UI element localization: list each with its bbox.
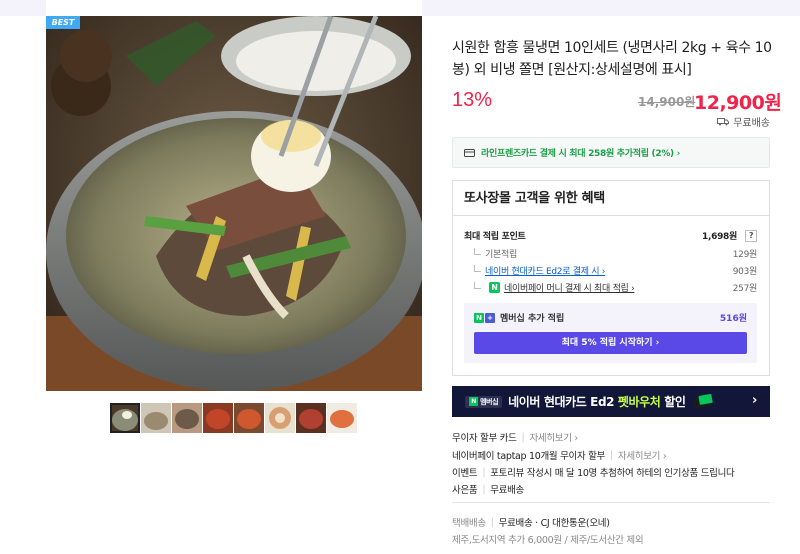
point-row-value: 903원 [732, 267, 758, 277]
membership-tag: N 멤버십 [465, 395, 503, 408]
help-icon[interactable]: ? [745, 229, 757, 242]
info-label: 이벤트 [452, 468, 478, 479]
original-price: 14,900원 [638, 95, 696, 109]
membership-value: 516원 [719, 314, 747, 324]
point-row-npay: N 네이버페이 머니 결제 시 최대 적립 › 257원 [464, 281, 757, 294]
info-row-installment: 무이자 할부 카드 | 자세히보기 › [452, 430, 578, 445]
thumbnail-strip [110, 403, 357, 433]
max-points-value: 1,698원 [702, 232, 737, 242]
divider [452, 502, 770, 503]
card-benefit-banner[interactable]: 라인프렌즈카드 결제 시 최대 258원 추가적립 (2%) › [452, 137, 770, 168]
truck-icon [717, 118, 730, 126]
promo-text: 네이버 현대카드 Ed2 펫바우처 할인 [508, 395, 686, 409]
info-label: 사은품 [452, 485, 478, 496]
info-label: 네이버페이 taptap 10개월 무이자 할부 [452, 451, 606, 462]
best-badge: BEST [46, 16, 80, 29]
naver-plus-icon: N + [474, 312, 495, 323]
benefit-panel: 또사장몰 고객을 위한 혜택 최대 적립 포인트 1,698원? 기본적립 12… [452, 180, 770, 376]
details-link[interactable]: 자세히보기 › [618, 448, 667, 462]
point-row-value: 257원 [732, 284, 758, 294]
details-link[interactable]: 자세히보기 › [529, 430, 578, 444]
thumbnail-4[interactable] [203, 403, 233, 433]
benefit-heading: 또사장몰 고객을 위한 혜택 [453, 181, 769, 216]
delivery-extra-row: 제주,도서지역 추가 6,000원 / 제주/도서산간 제외 [452, 532, 644, 546]
thumbnail-5[interactable] [234, 403, 264, 433]
credit-card-icon [464, 148, 475, 157]
info-row-taptap: 네이버페이 taptap 10개월 무이자 할부 | 자세히보기 › [452, 448, 667, 463]
cold-noodle-photo [46, 16, 422, 391]
gift-text: 무료배송 [490, 485, 524, 496]
membership-box: N + 멤버십 추가 적립 516원 최대 5% 적립 시작하기 › [464, 303, 757, 363]
event-text: 포토리뷰 작성시 매 달 10명 추첨하여 하테의 인기상품 드립니다 [490, 468, 735, 479]
card-illustration-icon [693, 393, 713, 409]
shipping-info: 무료배송 [717, 114, 770, 129]
thumbnail-8[interactable] [327, 403, 357, 433]
product-title: 시원한 함흥 물냉면 10인세트 (냉면사리 2kg + 육수 10봉) 외 비… [452, 40, 772, 78]
thumbnail-3[interactable] [172, 403, 202, 433]
point-row-card: 네이버 현대카드 Ed2로 결제 시 › 903원 [464, 264, 757, 277]
delivery-row: 택배배송 | 무료배송 · CJ 대한통운(오네) [452, 516, 610, 530]
thumbnail-7[interactable] [296, 403, 326, 433]
shipping-label: 무료배송 [733, 118, 770, 129]
thumbnail-1[interactable] [110, 403, 140, 433]
top-strip [0, 0, 800, 16]
product-main-image[interactable] [46, 16, 422, 391]
thumbnail-6[interactable] [265, 403, 295, 433]
sale-price: 12,900원 [694, 92, 782, 114]
card-benefit-text: 라인프렌즈카드 결제 시 최대 258원 추가적립 (2%) › [481, 149, 681, 159]
chevron-right-icon: › [752, 393, 757, 408]
delivery-value: 무료배송 · CJ 대한통운(오네) [498, 518, 610, 529]
delivery-extra: 제주,도서지역 추가 6,000원 / 제주/도서산간 제외 [452, 535, 644, 546]
thumbnail-2[interactable] [141, 403, 171, 433]
npay-money-link[interactable]: 네이버페이 머니 결제 시 최대 적립 › [504, 281, 635, 294]
info-row-event: 이벤트 | 포토리뷰 작성시 매 달 10명 추첨하여 하테의 인기상품 드립니다 [452, 466, 735, 480]
point-row-basic: 기본적립 129원 [464, 247, 757, 260]
discount-rate: 13% [452, 89, 493, 111]
info-label: 무이자 할부 카드 [452, 433, 517, 444]
info-row-gift: 사은품 | 무료배송 [452, 483, 524, 497]
delivery-label: 택배배송 [452, 518, 486, 529]
npay-icon: N [489, 282, 500, 293]
point-row-value: 129원 [732, 250, 758, 260]
point-row-label: 기본적립 [464, 247, 517, 260]
promo-banner[interactable]: N 멤버십 네이버 현대카드 Ed2 펫바우처 할인 › [452, 386, 770, 417]
max-points-label: 최대 적립 포인트 [464, 232, 526, 242]
membership-start-button[interactable]: 최대 5% 적립 시작하기 › [474, 332, 747, 354]
max-points-row: 최대 적립 포인트 1,698원? [464, 229, 757, 242]
membership-label: 멤버십 추가 적립 [500, 314, 565, 324]
hyundai-card-link[interactable]: 네이버 현대카드 Ed2로 결제 시 › [485, 267, 605, 277]
